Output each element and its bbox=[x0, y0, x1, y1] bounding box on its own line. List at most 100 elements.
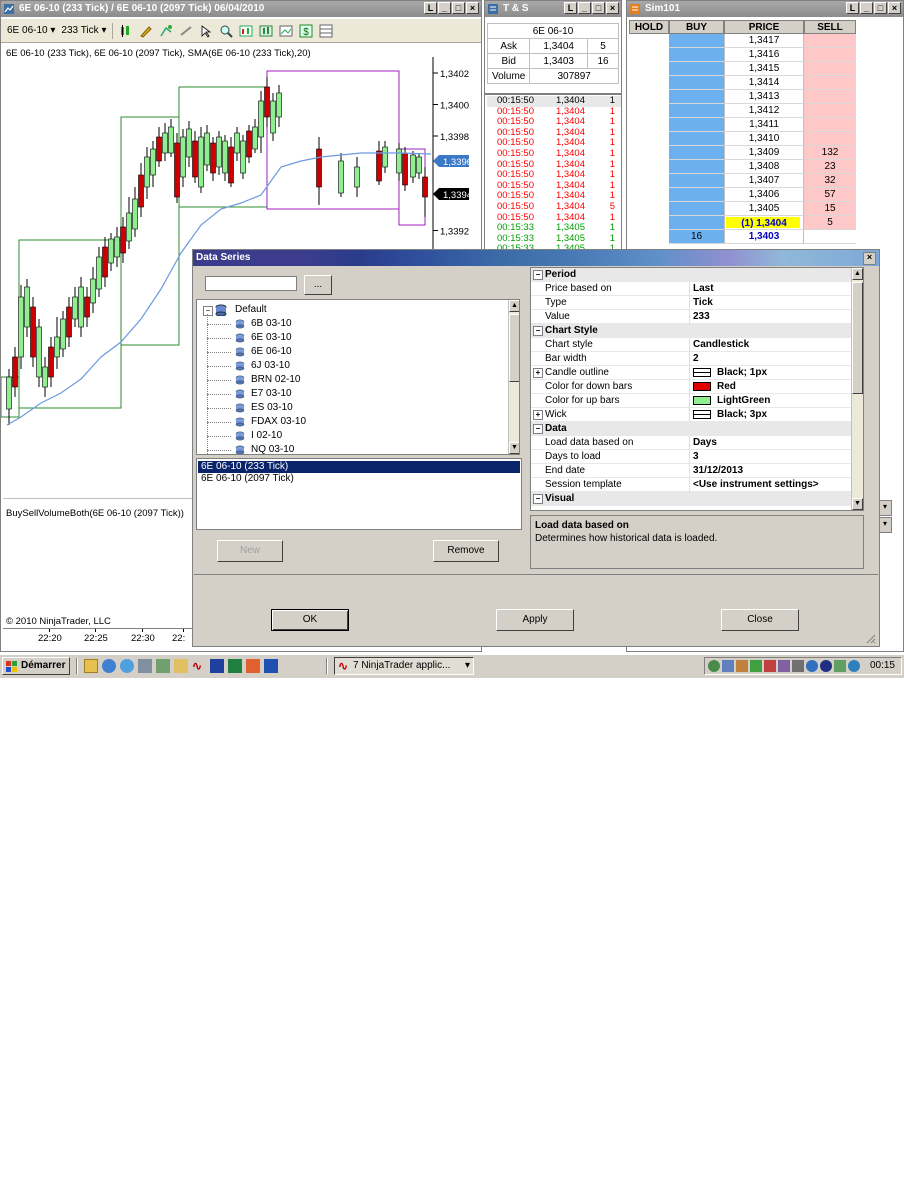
close-dialog-button[interactable]: Close bbox=[721, 609, 799, 631]
dom-buy-cell[interactable] bbox=[669, 34, 724, 48]
tree-item-instrument[interactable]: 6E 06-10 bbox=[251, 345, 292, 359]
apply-button[interactable]: Apply bbox=[496, 609, 574, 631]
dom-price-cell[interactable]: 1,3412 bbox=[724, 104, 804, 118]
series-list-item[interactable]: 6E 06-10 (2097 Tick) bbox=[198, 473, 520, 485]
expand-icon[interactable]: + bbox=[533, 368, 543, 378]
dom-buy-cell[interactable] bbox=[669, 202, 724, 216]
property-value[interactable]: 233 bbox=[693, 310, 710, 323]
dom-price-cell[interactable]: 1,3410 bbox=[724, 132, 804, 146]
arrow-icon[interactable] bbox=[138, 659, 152, 673]
dom-buy-cell[interactable] bbox=[669, 146, 724, 160]
dom-price-cell[interactable]: 1,3411 bbox=[724, 118, 804, 132]
dom-buy-cell[interactable] bbox=[669, 188, 724, 202]
tree-collapse-toggle[interactable]: − bbox=[203, 306, 213, 316]
dom-buy-cell[interactable] bbox=[669, 104, 724, 118]
property-row[interactable]: Load data based on Days bbox=[531, 436, 851, 450]
property-scrollbar[interactable]: ▲ ▼ bbox=[851, 268, 863, 510]
bar-type-icon[interactable] bbox=[119, 24, 133, 38]
data-series-icon[interactable] bbox=[259, 24, 273, 38]
scroll-down-icon[interactable]: ▼ bbox=[509, 442, 519, 454]
cursor-icon[interactable] bbox=[199, 24, 213, 38]
folder-icon[interactable] bbox=[84, 659, 98, 673]
tree-item-instrument[interactable]: 6E 03-10 bbox=[251, 331, 292, 345]
collapse-icon[interactable]: − bbox=[533, 326, 543, 336]
dom-price-cell[interactable]: 1,3403 bbox=[724, 230, 804, 244]
dom-price-cell[interactable]: 1,3409 bbox=[724, 146, 804, 160]
dom-buy-cell[interactable] bbox=[669, 174, 724, 188]
zoom-icon[interactable] bbox=[219, 24, 234, 38]
drawing-pencil-icon[interactable] bbox=[139, 24, 153, 38]
new-button[interactable]: New bbox=[217, 540, 283, 562]
dom-price-cell[interactable]: 1,3407 bbox=[724, 174, 804, 188]
property-value[interactable]: Black; 1px bbox=[717, 366, 767, 379]
chart-image-icon[interactable] bbox=[279, 24, 293, 38]
collapse-icon[interactable]: − bbox=[533, 270, 543, 280]
property-row[interactable]: Type Tick bbox=[531, 296, 851, 310]
dom-sell-cell[interactable] bbox=[804, 118, 856, 132]
property-value[interactable]: Tick bbox=[693, 296, 713, 309]
expand-icon[interactable]: + bbox=[533, 410, 543, 420]
paint-icon[interactable] bbox=[174, 659, 188, 673]
tree-item-instrument[interactable]: I 02-10 bbox=[251, 429, 282, 443]
tray-update-icon[interactable] bbox=[806, 660, 818, 672]
dom-price-cell[interactable]: (1) 1,3404 bbox=[724, 216, 804, 230]
tray-mouse-icon[interactable] bbox=[792, 660, 804, 672]
dom-sell-cell[interactable] bbox=[804, 90, 856, 104]
dom-sell-cell[interactable] bbox=[804, 76, 856, 90]
scroll-up-icon[interactable]: ▲ bbox=[852, 268, 863, 280]
tray-app-icon[interactable] bbox=[834, 660, 846, 672]
dialog-titlebar[interactable]: Data Series × bbox=[193, 250, 879, 266]
minimize-button[interactable]: _ bbox=[860, 2, 873, 14]
word-icon[interactable] bbox=[264, 659, 278, 673]
scroll-thumb[interactable] bbox=[509, 314, 519, 382]
dom-dropdown-1[interactable]: ▾ bbox=[878, 500, 892, 516]
tray-sync-icon[interactable] bbox=[778, 660, 790, 672]
dom-buy-cell[interactable] bbox=[669, 160, 724, 174]
scroll-up-icon[interactable]: ▲ bbox=[509, 300, 519, 312]
network-icon[interactable] bbox=[156, 659, 170, 673]
dom-sell-cell[interactable] bbox=[804, 230, 856, 244]
dom-sell-cell[interactable]: 15 bbox=[804, 202, 856, 216]
property-value[interactable]: Red bbox=[717, 380, 736, 393]
dom-sell-cell[interactable] bbox=[804, 132, 856, 146]
property-category[interactable]: − Visual bbox=[531, 492, 851, 506]
dom-price-cell[interactable]: 1,3414 bbox=[724, 76, 804, 90]
maximize-button[interactable]: □ bbox=[874, 2, 887, 14]
property-row[interactable]: Days to load 3 bbox=[531, 450, 851, 464]
property-category[interactable]: − Chart Style bbox=[531, 324, 851, 338]
resize-grip-icon[interactable] bbox=[864, 632, 876, 644]
tree-item-instrument[interactable]: E7 03-10 bbox=[251, 387, 292, 401]
dom-price-cell[interactable]: 1,3417 bbox=[724, 34, 804, 48]
dom-sell-cell[interactable] bbox=[804, 34, 856, 48]
dollar-icon[interactable]: $ bbox=[299, 24, 313, 38]
instrument-search-button[interactable]: ... bbox=[304, 275, 332, 295]
property-row[interactable]: Color for up bars LightGreen bbox=[531, 394, 851, 408]
taskbar-task-ninjatrader[interactable]: ∿ 7 NinjaTrader applic... ▾ bbox=[334, 657, 474, 675]
dom-buy-cell[interactable]: 16 bbox=[669, 230, 724, 244]
property-value[interactable]: Candlestick bbox=[693, 338, 749, 351]
tree-scrollbar[interactable]: ▲ ▼ bbox=[508, 300, 519, 454]
property-row[interactable]: Value 233 bbox=[531, 310, 851, 324]
property-row[interactable]: + Candle outline Black; 1px bbox=[531, 366, 851, 380]
property-value[interactable]: LightGreen bbox=[717, 394, 770, 407]
chart-window-titlebar[interactable]: 6E 06-10 (233 Tick) / 6E 06-10 (2097 Tic… bbox=[1, 1, 481, 17]
browser-icon[interactable] bbox=[102, 659, 116, 673]
dom-sell-cell[interactable]: 132 bbox=[804, 146, 856, 160]
property-grid[interactable]: − Period Price based on Last Type Tick Value 23… bbox=[530, 267, 864, 511]
dom-buy-cell[interactable] bbox=[669, 216, 724, 230]
interval-selector[interactable]: 233 Tick ▾ bbox=[61, 25, 106, 36]
property-row[interactable]: Session template <Use instrument settings… bbox=[531, 478, 851, 492]
collapse-icon[interactable]: − bbox=[533, 424, 543, 434]
dom-dropdown-2[interactable]: ▾ bbox=[878, 517, 892, 533]
properties-grid-icon[interactable] bbox=[319, 24, 333, 38]
property-value[interactable]: 3 bbox=[693, 450, 699, 463]
close-button[interactable]: × bbox=[606, 2, 619, 14]
maximize-button[interactable]: □ bbox=[452, 2, 465, 14]
link-button[interactable]: L bbox=[846, 2, 859, 14]
close-button[interactable]: × bbox=[466, 2, 479, 14]
dom-buy-cell[interactable] bbox=[669, 48, 724, 62]
dom-buy-cell[interactable] bbox=[669, 62, 724, 76]
chart-properties-icon[interactable] bbox=[239, 24, 253, 38]
ninjatrader-icon[interactable]: ∿ bbox=[192, 659, 206, 673]
tray-volume-icon[interactable] bbox=[722, 660, 734, 672]
